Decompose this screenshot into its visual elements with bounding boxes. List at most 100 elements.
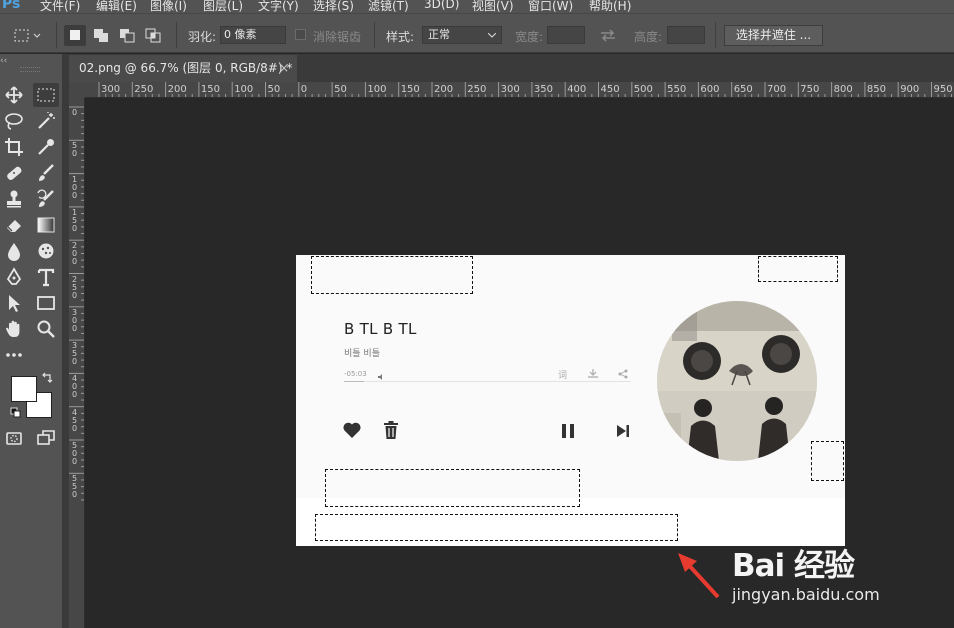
menu-window[interactable]: 窗口(W) xyxy=(528,0,573,14)
selection-marquee[interactable] xyxy=(325,469,580,507)
more-tools-icon[interactable] xyxy=(1,343,27,367)
rect-marquee-tool-icon[interactable] xyxy=(33,83,59,107)
menu-type[interactable]: 文字(Y) xyxy=(258,0,299,14)
hand-tool-icon[interactable] xyxy=(1,317,27,341)
menu-view[interactable]: 视图(V) xyxy=(472,0,514,14)
ruler-label: 550 xyxy=(71,474,78,500)
feather-input[interactable]: 0 像素 xyxy=(220,26,286,44)
new-selection-icon[interactable] xyxy=(64,25,86,46)
ruler-origin[interactable] xyxy=(69,82,85,98)
move-tool-icon[interactable] xyxy=(1,83,27,107)
ruler-label: 650 xyxy=(733,84,753,95)
rectangle-tool-icon[interactable] xyxy=(33,291,59,315)
selection-marquee[interactable] xyxy=(811,441,844,481)
ruler-label: 100 xyxy=(71,174,78,200)
style-select[interactable]: 正常 xyxy=(422,26,502,44)
ruler-label: 0 xyxy=(71,108,78,117)
ruler-label: 400 xyxy=(567,84,587,95)
intersect-selection-icon[interactable] xyxy=(142,25,164,46)
style-value: 正常 xyxy=(428,28,450,41)
magic-wand-tool-icon[interactable] xyxy=(33,109,59,133)
foreground-color-swatch[interactable] xyxy=(11,376,37,402)
document-canvas[interactable]: B TL B TL 비틀 비틀 -05:03 词 xyxy=(296,255,845,546)
ruler-label: 550 xyxy=(667,84,687,95)
lasso-tool-icon[interactable] xyxy=(1,109,27,133)
add-selection-icon[interactable] xyxy=(90,25,112,46)
select-and-mask-button[interactable]: 选择并遮住 ... xyxy=(724,25,823,46)
eraser-tool-icon[interactable] xyxy=(1,213,27,237)
ruler-label: 250 xyxy=(134,84,154,95)
swap-colors-icon[interactable] xyxy=(41,372,53,387)
ruler-label: 150 xyxy=(71,207,78,233)
vertical-ruler[interactable]: 0 50 100 150 200 250 300 350 400 450 500 550 xyxy=(69,98,85,628)
ruler-label: 0 xyxy=(300,84,308,95)
crop-tool-icon[interactable] xyxy=(1,135,27,159)
ruler-label: 250 xyxy=(71,274,78,300)
antialias-checkbox[interactable] xyxy=(295,29,306,40)
ruler-label: 100 xyxy=(367,84,387,95)
document-tab[interactable]: 02.png @ 66.7% (图层 0, RGB/8#) * × xyxy=(69,55,297,82)
swap-dimensions-icon[interactable] xyxy=(597,25,619,46)
ruler-label: 350 xyxy=(533,84,553,95)
sponge-tool-icon[interactable] xyxy=(33,239,59,263)
antialias-label: 消除锯齿 xyxy=(313,30,362,44)
next-icon xyxy=(612,420,634,442)
blur-tool-icon[interactable] xyxy=(1,239,27,263)
progress-track xyxy=(344,381,631,382)
marquee-preset-icon[interactable] xyxy=(12,25,44,46)
song-artist: 비틀 비틀 xyxy=(344,349,380,359)
menu-help[interactable]: 帮助(H) xyxy=(589,0,631,14)
ruler-label: 600 xyxy=(700,84,720,95)
lyrics-icon: 词 xyxy=(558,371,568,381)
quick-mask-icon[interactable] xyxy=(1,426,27,450)
ruler-label: 500 xyxy=(71,441,78,466)
menu-layer[interactable]: 图层(L) xyxy=(203,0,243,14)
menu-edit[interactable]: 编辑(E) xyxy=(96,0,137,14)
selection-marquee[interactable] xyxy=(758,256,838,282)
healing-brush-tool-icon[interactable] xyxy=(1,161,27,185)
album-art xyxy=(657,301,817,461)
width-input[interactable] xyxy=(547,26,585,44)
ruler-label: 800 xyxy=(833,84,853,95)
ruler-label: 350 xyxy=(71,341,78,367)
eyedropper-tool-icon[interactable] xyxy=(33,135,59,159)
height-label: 高度: xyxy=(634,30,663,44)
album-art-image xyxy=(657,301,817,461)
watermark-url: jingyan.baidu.com xyxy=(732,585,880,604)
ruler-label: 300 xyxy=(500,84,520,95)
watermark: Bai 经验 jingyan.baidu.com xyxy=(728,540,908,610)
close-icon[interactable]: × xyxy=(279,55,289,82)
pause-icon xyxy=(557,420,579,442)
type-tool-icon[interactable] xyxy=(33,265,59,289)
menu-file[interactable]: 文件(F) xyxy=(40,0,80,14)
screen-mode-icon[interactable] xyxy=(33,426,59,450)
ruler-label: 200 xyxy=(71,241,78,267)
download-icon xyxy=(587,368,599,382)
height-input[interactable] xyxy=(667,26,705,44)
ruler-label: 50 xyxy=(71,141,78,159)
path-selection-tool-icon[interactable] xyxy=(1,291,27,315)
brush-tool-icon[interactable] xyxy=(33,161,59,185)
stamp-tool-icon[interactable] xyxy=(1,187,27,211)
gradient-tool-icon[interactable] xyxy=(33,213,59,237)
subtract-selection-icon[interactable] xyxy=(116,25,138,46)
ruler-label: 200 xyxy=(434,84,454,95)
zoom-tool-icon[interactable] xyxy=(33,317,59,341)
pen-tool-icon[interactable] xyxy=(1,265,27,289)
document-tab-title: 02.png @ 66.7% (图层 0, RGB/8#) * xyxy=(79,61,293,75)
selection-marquee[interactable] xyxy=(315,514,678,541)
horizontal-ruler[interactable]: 300 250 200 150 100 50 0 50 100 150 200 250 300 350 40… xyxy=(85,82,954,98)
selection-marquee[interactable] xyxy=(311,256,473,294)
history-brush-tool-icon[interactable] xyxy=(33,187,59,211)
menu-select[interactable]: 选择(S) xyxy=(313,0,354,14)
menu-filter[interactable]: 滤镜(T) xyxy=(368,0,409,14)
heart-icon xyxy=(341,419,363,441)
menu-image[interactable]: 图像(I) xyxy=(150,0,187,14)
ruler-label: 200 xyxy=(167,84,187,95)
song-title: B TL B TL xyxy=(344,320,417,338)
ruler-label: 300 xyxy=(71,307,78,333)
default-colors-icon[interactable] xyxy=(10,407,22,422)
ruler-label: 50 xyxy=(267,84,281,95)
ruler-label: 900 xyxy=(900,84,920,95)
menu-3d[interactable]: 3D(D) xyxy=(424,0,459,11)
